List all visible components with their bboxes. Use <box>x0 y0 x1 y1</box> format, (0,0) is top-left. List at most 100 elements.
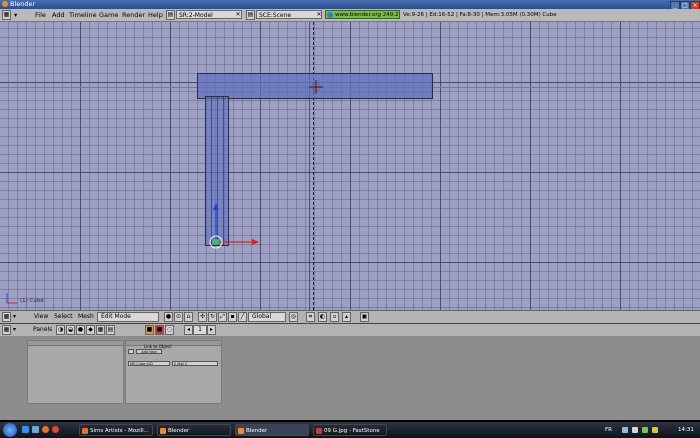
language-indicator[interactable]: FR <box>605 424 612 436</box>
object-label: (1) Cube <box>20 298 44 304</box>
faststone-icon <box>316 428 322 434</box>
orientation-dropdown[interactable]: Global <box>248 312 286 322</box>
view-center-dashed-line <box>313 22 314 310</box>
scene-browse-icon[interactable]: ▤ <box>246 10 255 20</box>
shading-context-icon[interactable]: ● <box>76 325 85 335</box>
vertex-select-icon[interactable]: ▪ <box>228 312 237 322</box>
firefox-icon <box>82 428 88 434</box>
blender-logo-icon <box>2 1 8 7</box>
tray-security-icon[interactable] <box>642 427 648 433</box>
globe-icon <box>327 12 333 18</box>
tray-network-icon[interactable] <box>622 427 628 433</box>
quicklaunch-explorer-icon[interactable] <box>32 426 39 433</box>
menu-select[interactable]: Select <box>54 312 73 322</box>
3d-view-header: ▦ ▾ View Select Mesh Edit Mode ● ⊙ ⌂ ✣ ↻… <box>0 310 700 324</box>
y-axis-line <box>309 22 310 310</box>
window-type-icon[interactable]: ▦ <box>2 312 11 322</box>
buttons-header: ▦ ▾ Panels ◑ ◒ ● ◆ ▦ ▤ ■ ■ ◌ ◂ 1 ▸ <box>0 323 700 337</box>
screen-field[interactable]: SR:2-Model <box>176 10 242 19</box>
rotate-icon[interactable]: ↻ <box>208 312 217 322</box>
proportional-edit-icon[interactable]: ◎ <box>289 312 298 322</box>
task-firefox[interactable]: Sims Artists - Mozill... <box>79 424 153 436</box>
3d-viewport[interactable]: (1) Cube <box>0 22 700 310</box>
menu-timeline[interactable]: Timeline <box>69 9 97 21</box>
transform-manipulator-icon[interactable] <box>200 202 264 252</box>
task-blender-1[interactable]: Blender <box>157 424 231 436</box>
panel-mesh: Link to Object Add New ME:Cube.002 0 Mat… <box>125 340 222 404</box>
task-label: Blender <box>246 428 268 434</box>
texture-icon[interactable]: ■ <box>155 325 164 335</box>
task-label: Blender <box>168 428 190 434</box>
collapse-menu-icon[interactable]: ▾ <box>13 325 16 335</box>
logic-context-icon[interactable]: ◑ <box>56 325 65 335</box>
3d-cursor-icon[interactable] <box>309 80 323 94</box>
scale-icon[interactable]: ⤢ <box>218 312 227 322</box>
start-button[interactable] <box>3 423 17 437</box>
blender-web-link[interactable]: www.blender.org 249.2 <box>325 10 400 19</box>
task-faststone[interactable]: 09 G.jpg - FastStone <box>313 424 387 436</box>
screen-browse-icon[interactable]: ▤ <box>166 10 175 20</box>
browse-mesh-icon[interactable] <box>128 349 134 354</box>
window-title: Blender <box>10 0 36 8</box>
web-link-text: www.blender.org 249.2 <box>335 12 399 18</box>
scene-stats: Ve:9-26 | Ed:16-52 | Fa:8-30 | Mem:3.05M… <box>403 12 557 18</box>
panel-header[interactable] <box>126 341 221 346</box>
mesh-name-field[interactable]: ME:Cube.002 <box>128 361 170 366</box>
task-label: Sims Artists - Mozill... <box>90 428 149 434</box>
quicklaunch-desktop-icon[interactable] <box>22 426 29 433</box>
menu-help[interactable]: Help <box>148 9 163 21</box>
scene-field[interactable]: SCE:Scene <box>256 10 322 19</box>
panel-header[interactable] <box>28 341 123 346</box>
scene-delete-icon[interactable]: ✕ <box>315 10 323 19</box>
collapse-menu-icon[interactable]: ▾ <box>14 9 17 21</box>
pivot-icon[interactable]: ⊙ <box>174 312 183 322</box>
windows-taskbar: Sims Artists - Mozill... Blender Blender… <box>0 422 700 438</box>
window-type-icon[interactable]: ▦ <box>2 325 11 335</box>
add-new-button[interactable]: Add New <box>136 349 162 354</box>
scene-context-icon[interactable]: ▤ <box>106 325 115 335</box>
frame-value: 1 <box>198 326 202 333</box>
frame-field[interactable]: 1 <box>193 325 207 335</box>
script-context-icon[interactable]: ◒ <box>66 325 75 335</box>
editing-context-icon[interactable]: ▦ <box>96 325 105 335</box>
snap-icon[interactable]: ⌗ <box>306 312 315 322</box>
clock[interactable]: 14:31 <box>678 424 694 436</box>
edge-select-icon[interactable]: ╱ <box>238 312 247 322</box>
visibility-icon[interactable]: ▴ <box>342 312 351 322</box>
axis-gizmo-icon <box>6 293 17 304</box>
menu-file[interactable]: File <box>35 9 46 21</box>
render-preview-icon[interactable]: ▣ <box>360 312 369 322</box>
material-icon[interactable]: ■ <box>145 325 154 335</box>
draw-type-icon[interactable]: ● <box>164 312 173 322</box>
task-label: 09 G.jpg - FastStone <box>324 428 380 434</box>
mode-value: Edit Mode <box>101 313 131 320</box>
panels-menu[interactable]: Panels <box>33 325 52 335</box>
translate-icon[interactable]: ✣ <box>198 312 207 322</box>
frame-prev-icon[interactable]: ◂ <box>184 325 193 335</box>
blender-icon <box>238 428 244 434</box>
frame-next-icon[interactable]: ▸ <box>207 325 216 335</box>
collapse-menu-icon[interactable]: ▾ <box>13 312 16 322</box>
menu-game[interactable]: Game <box>99 9 118 21</box>
panel-link-materials <box>27 340 124 404</box>
quicklaunch-media-icon[interactable] <box>52 426 59 433</box>
menu-view[interactable]: View <box>34 312 48 322</box>
object-context-icon[interactable]: ◆ <box>86 325 95 335</box>
face-select-icon[interactable]: ▫ <box>330 312 339 322</box>
tray-app-icon[interactable] <box>652 427 658 433</box>
blender-icon <box>160 428 166 434</box>
task-blender-2[interactable]: Blender <box>235 424 309 436</box>
menu-add[interactable]: Add <box>52 9 65 21</box>
menu-render[interactable]: Render <box>122 9 145 21</box>
menu-mesh[interactable]: Mesh <box>78 312 94 322</box>
world-icon[interactable]: ◌ <box>165 325 174 335</box>
manipulator-toggle-icon[interactable]: ⌂ <box>184 312 193 322</box>
window-type-icon[interactable]: ▦ <box>2 10 11 20</box>
tray-volume-icon[interactable] <box>632 427 638 433</box>
material-index-field[interactable]: 0 Mat 0 <box>172 361 218 366</box>
occlude-icon[interactable]: ◐ <box>318 312 327 322</box>
orientation-value: Global <box>252 313 272 320</box>
quicklaunch-firefox-icon[interactable] <box>42 426 49 433</box>
mode-dropdown[interactable]: Edit Mode <box>97 312 159 322</box>
screen-delete-icon[interactable]: ✕ <box>234 10 242 19</box>
